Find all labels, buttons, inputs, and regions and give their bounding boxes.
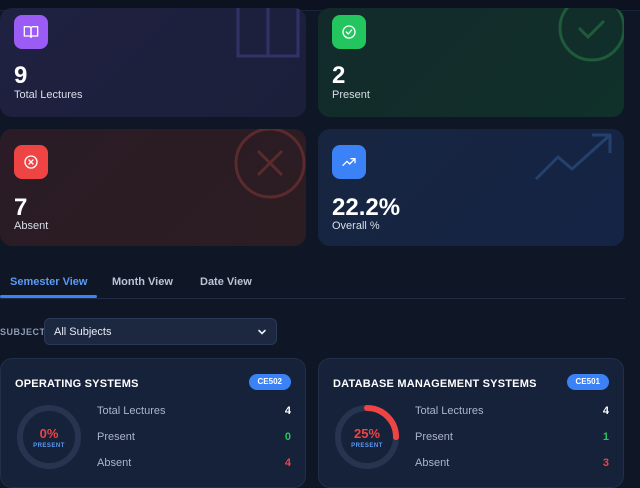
absent-label: Absent bbox=[14, 220, 49, 232]
row-label: Present bbox=[415, 431, 453, 443]
subject-card: OPERATING SYSTEMS CE502 0% PRESENT Total… bbox=[0, 358, 306, 488]
x-watermark-icon bbox=[234, 129, 306, 199]
subject-select[interactable]: All Subjects bbox=[44, 318, 277, 345]
chevron-down-icon bbox=[258, 329, 266, 335]
subject-filter-label: SUBJECT bbox=[0, 327, 46, 337]
stat-card-total-lectures: 9 Total Lectures bbox=[0, 8, 306, 117]
row-value: 4 bbox=[284, 405, 291, 417]
absent-row: Absent 4 bbox=[97, 457, 291, 483]
subject-card: DATABASE MANAGEMENT SYSTEMS CE501 25% PR… bbox=[318, 358, 624, 488]
trending-up-icon bbox=[332, 145, 366, 179]
trend-watermark-icon bbox=[534, 133, 612, 181]
stat-card-present: 2 Present bbox=[318, 8, 624, 117]
book-watermark-icon bbox=[236, 8, 300, 58]
row-value: 0 bbox=[284, 431, 291, 443]
subject-title: OPERATING SYSTEMS bbox=[15, 378, 139, 390]
row-label: Present bbox=[97, 431, 135, 443]
total-lectures-row: Total Lectures 4 bbox=[415, 405, 609, 431]
row-value: 1 bbox=[602, 431, 609, 443]
present-row: Present 0 bbox=[97, 431, 291, 457]
active-tab-indicator bbox=[0, 295, 97, 298]
row-value: 3 bbox=[602, 457, 609, 469]
book-icon bbox=[14, 15, 48, 49]
subject-code-badge: CE501 bbox=[566, 374, 609, 390]
row-label: Total Lectures bbox=[415, 405, 484, 417]
overall-label: Overall % bbox=[332, 220, 380, 232]
row-label: Absent bbox=[97, 457, 132, 469]
tab-semester-view[interactable]: Semester View bbox=[10, 276, 87, 288]
check-circle-icon bbox=[332, 15, 366, 49]
total-lectures-row: Total Lectures 4 bbox=[97, 405, 291, 431]
subject-stats: Total Lectures 4 Present 1 Absent 3 bbox=[415, 405, 609, 483]
subject-title: DATABASE MANAGEMENT SYSTEMS bbox=[333, 378, 537, 390]
subject-stats: Total Lectures 4 Present 0 Absent 4 bbox=[97, 405, 291, 483]
row-value: 4 bbox=[602, 405, 609, 417]
attendance-ring: 25% PRESENT bbox=[333, 403, 401, 471]
subject-code-badge: CE502 bbox=[248, 374, 291, 390]
subject-select-value: All Subjects bbox=[54, 325, 112, 338]
row-value: 4 bbox=[284, 457, 291, 469]
attendance-percent-label: PRESENT bbox=[33, 443, 65, 449]
absent-value: 7 bbox=[14, 194, 28, 221]
check-watermark-icon bbox=[558, 8, 624, 62]
attendance-percent: 25% bbox=[353, 426, 381, 441]
absent-row: Absent 3 bbox=[415, 457, 609, 483]
attendance-percent-label: PRESENT bbox=[351, 443, 383, 449]
tab-date-view[interactable]: Date View bbox=[200, 276, 252, 288]
stat-card-absent: 7 Absent bbox=[0, 129, 306, 246]
present-label: Present bbox=[332, 89, 370, 101]
total-lectures-value: 9 bbox=[14, 62, 28, 89]
stat-card-overall: 22.2% Overall % bbox=[318, 129, 624, 246]
present-value: 2 bbox=[332, 62, 346, 89]
attendance-percent: 0% bbox=[39, 426, 59, 441]
overall-value: 22.2% bbox=[332, 194, 401, 221]
view-tabs: Semester View Month View Date View bbox=[0, 266, 625, 299]
present-row: Present 1 bbox=[415, 431, 609, 457]
x-circle-icon bbox=[14, 145, 48, 179]
row-label: Absent bbox=[415, 457, 450, 469]
attendance-ring: 0% PRESENT bbox=[15, 403, 83, 471]
row-label: Total Lectures bbox=[97, 405, 166, 417]
tab-month-view[interactable]: Month View bbox=[112, 276, 173, 288]
total-lectures-label: Total Lectures bbox=[14, 89, 83, 101]
